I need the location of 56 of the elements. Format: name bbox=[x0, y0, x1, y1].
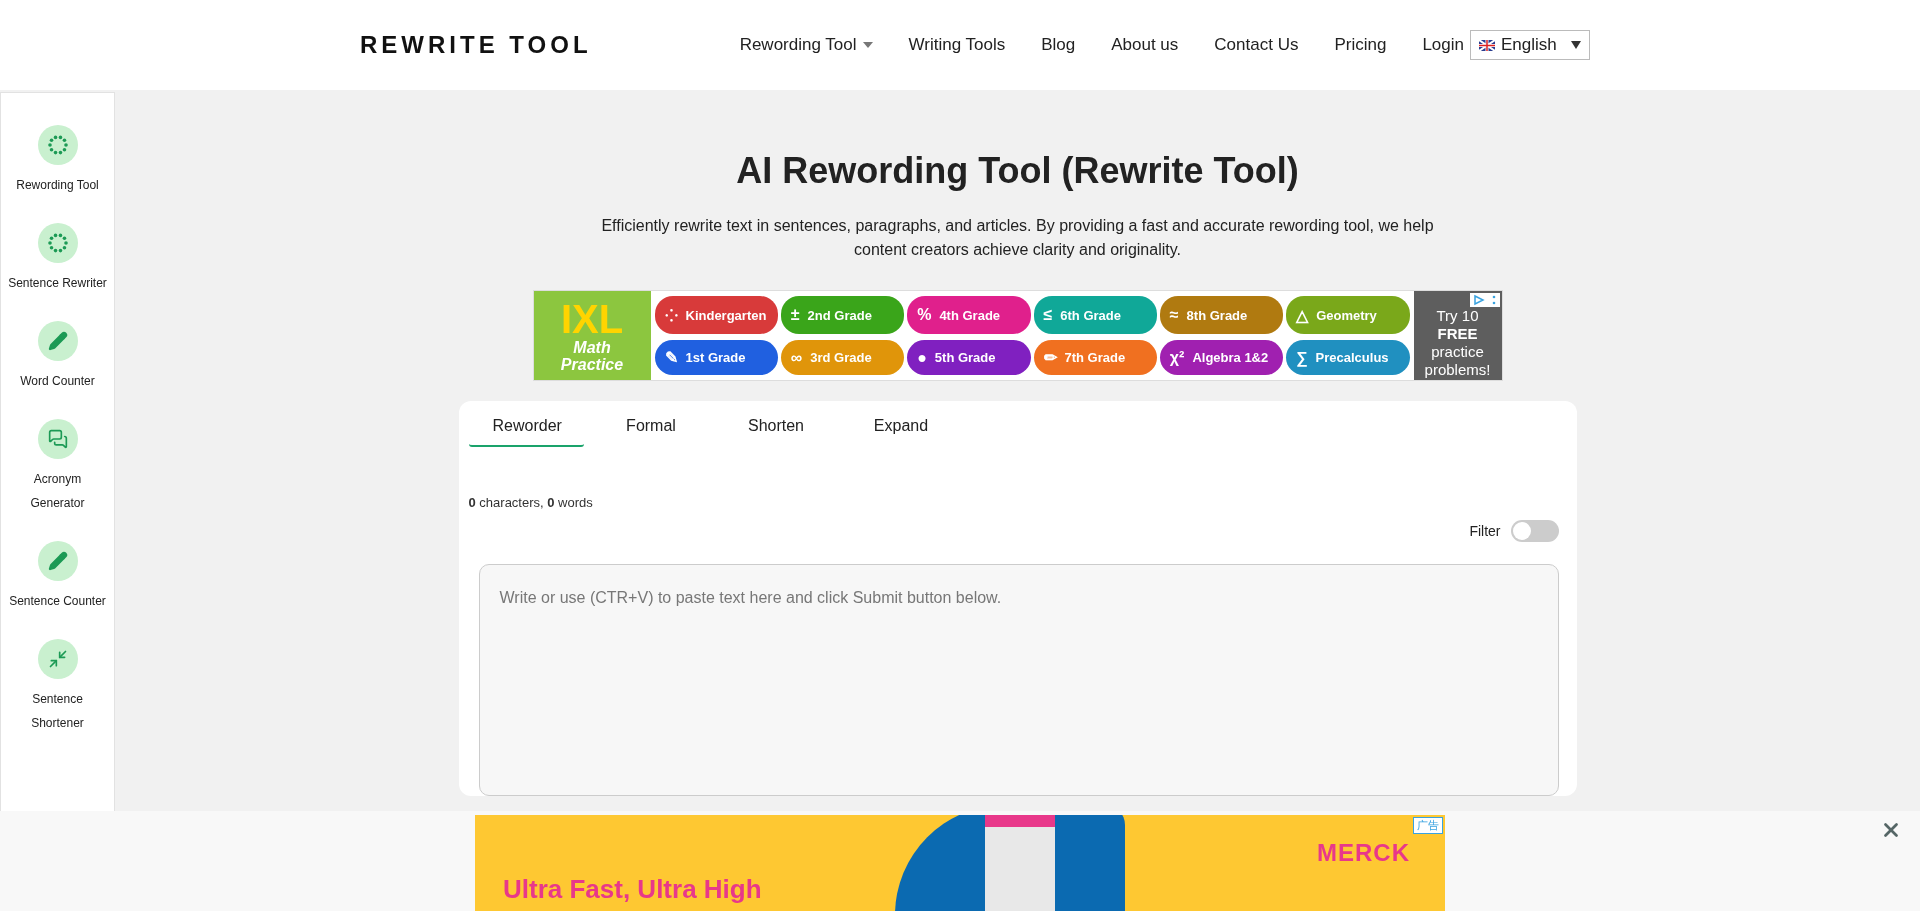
grade-pill[interactable]: ● 5th Grade bbox=[907, 340, 1031, 375]
ad-headline: Ultra Fast, Ultra High bbox=[503, 874, 762, 905]
ad-brand: MERCK bbox=[1317, 839, 1410, 867]
sidebar-label: Sentence Counter bbox=[9, 593, 106, 610]
grade-pill[interactable]: ⁘ Kindergarten bbox=[654, 296, 778, 334]
nav-link[interactable]: Writing Tools bbox=[908, 35, 1006, 55]
nav-link[interactable]: Contact Us bbox=[1214, 35, 1299, 55]
sidebar-item[interactable]: Word Counter bbox=[7, 321, 108, 393]
dot-ring-icon bbox=[46, 232, 69, 254]
ad-caption: Math Practice bbox=[559, 338, 625, 373]
character-counter: 0 characters, 0 words bbox=[468, 495, 593, 510]
shrink-arrows-icon bbox=[47, 649, 68, 669]
mode-tab[interactable]: Shorten bbox=[718, 407, 834, 447]
sidebar-item[interactable]: Acronym Generator bbox=[7, 419, 108, 515]
sidebar-item[interactable]: Sentence Counter bbox=[7, 541, 108, 613]
text-input[interactable]: Write or use (CTR+V) to paste text here and click Submit button below. bbox=[478, 564, 1559, 796]
chat-bubbles-icon bbox=[47, 429, 68, 449]
mode-tab[interactable]: Expand bbox=[843, 407, 959, 447]
filter-label: Filter bbox=[1469, 523, 1501, 539]
nav-link[interactable]: Login bbox=[1422, 35, 1464, 55]
page-title: AI Rewording Tool (Rewrite Tool) bbox=[736, 150, 1299, 192]
sidebar-label: Rewording Tool bbox=[16, 177, 99, 194]
mode-tab[interactable]: Reworder bbox=[468, 407, 584, 447]
grade-pill[interactable]: ≈ 8th Grade bbox=[1159, 296, 1284, 334]
dot-ring-icon bbox=[46, 134, 69, 156]
grade-pill[interactable]: ✎ 1st Grade bbox=[654, 340, 778, 375]
sidebar-label: Sentence Rewriter bbox=[8, 275, 107, 292]
nav-link[interactable]: Rewording Tool bbox=[739, 35, 873, 55]
grade-pill[interactable]: % 4th Grade bbox=[907, 296, 1031, 334]
flag-icon bbox=[1479, 39, 1495, 51]
pencil-icon bbox=[47, 331, 68, 351]
ad-cta-panel[interactable]: Try 10 FREE practice problems! bbox=[1413, 291, 1502, 380]
grade-pill[interactable]: ∑ Precalculus bbox=[1286, 340, 1410, 375]
caret-icon bbox=[1571, 41, 1581, 49]
language-select[interactable]: English bbox=[1470, 30, 1590, 60]
ad-banner[interactable]: IXL Math Practice ⁘ Kindergarten ± 2nd Grade % 4th Grade ≤ 6th Grade ≈ 8th Grade △ Geometry ✎ 1st Grade ∞ 3rd Grade ● 5th Grade ✏ 7th Grade χ² Algebra 1&2 ∑ Precalculus Try 10 FREE practice problems! bbox=[532, 290, 1503, 381]
nav-link[interactable]: Blog bbox=[1041, 35, 1076, 55]
sidebar-label: Sentence Shortener bbox=[30, 691, 85, 732]
filter-toggle[interactable] bbox=[1510, 520, 1559, 542]
sidebar-item[interactable]: Sentence Shortener bbox=[7, 639, 108, 735]
ad-label: 广告 bbox=[1413, 817, 1443, 834]
pencil-icon bbox=[47, 551, 68, 571]
ad-brand: IXL bbox=[560, 298, 624, 339]
nav-link[interactable]: Pricing bbox=[1334, 35, 1387, 55]
sidebar-item[interactable]: Rewording Tool bbox=[7, 125, 108, 197]
grade-pill[interactable]: χ² Algebra 1&2 bbox=[1159, 340, 1284, 375]
page-subtitle: Efficiently rewrite text in sentences, paragraphs, and articles. By providing a fast and accurate rewording tool, we help content creators achieve clarity and originality. bbox=[600, 216, 1435, 260]
site-logo[interactable]: REWRITE TOOL bbox=[360, 31, 592, 59]
sidebar-label: Acronym Generator bbox=[29, 471, 86, 512]
caret-icon bbox=[862, 42, 873, 48]
nav-link[interactable]: About us bbox=[1111, 35, 1179, 55]
sidebar-label: Word Counter bbox=[20, 373, 95, 390]
sidebar-item[interactable]: Sentence Rewriter bbox=[7, 223, 108, 295]
ad-info-icon[interactable] bbox=[1469, 293, 1500, 307]
mode-tab[interactable]: Formal bbox=[593, 407, 709, 447]
language-label: English bbox=[1501, 35, 1558, 55]
